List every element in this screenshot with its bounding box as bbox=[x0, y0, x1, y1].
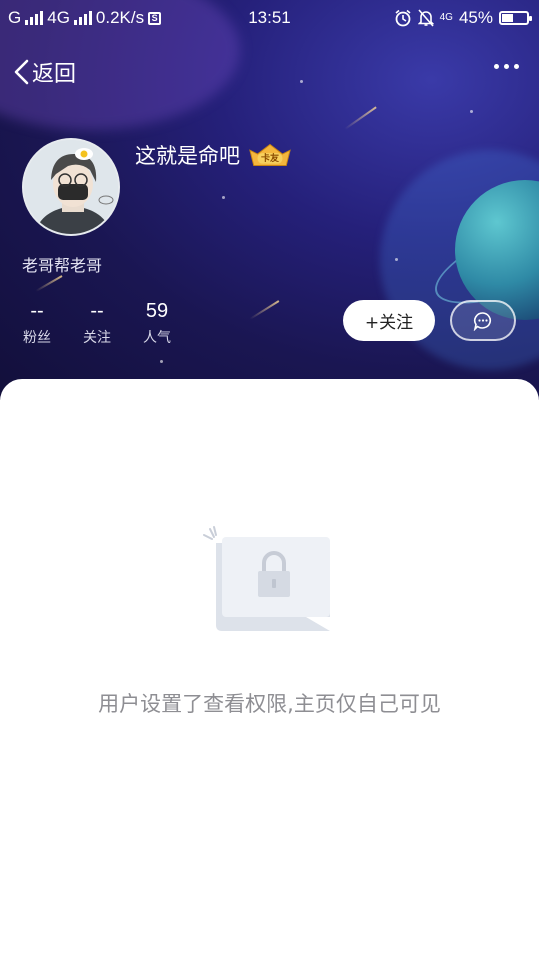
profile-name: 这就是命吧 bbox=[135, 144, 240, 168]
back-button[interactable]: 返回 bbox=[12, 56, 76, 88]
meteor-streak bbox=[249, 300, 280, 320]
star bbox=[395, 258, 398, 261]
content-card bbox=[0, 379, 539, 979]
star bbox=[470, 110, 473, 113]
more-options-button[interactable] bbox=[494, 64, 519, 69]
lock-card-icon bbox=[203, 526, 330, 631]
back-label: 返回 bbox=[32, 62, 77, 87]
more-dots-icon bbox=[504, 64, 509, 69]
follow-button[interactable]: +关注 bbox=[343, 300, 435, 341]
stat-popularity: 59 人气 bbox=[127, 300, 187, 347]
profile-subtitle: 老哥帮老哥 bbox=[22, 256, 103, 275]
mute-bell-icon bbox=[417, 9, 434, 27]
star bbox=[222, 196, 225, 199]
more-dots-icon bbox=[494, 64, 499, 69]
battery-percent: 45% bbox=[458, 8, 493, 27]
stat-label: 人气 bbox=[143, 330, 171, 346]
star bbox=[160, 360, 163, 363]
stat-value: -- bbox=[90, 300, 104, 322]
avatar[interactable] bbox=[22, 138, 120, 236]
status-bar: G 4G 0.2K/s S 13:51 4G 45% bbox=[0, 0, 539, 36]
stat-following[interactable]: -- 关注 bbox=[67, 300, 127, 347]
profile-name-row: 这就是命吧 卡友 bbox=[135, 140, 292, 170]
level-badge[interactable]: 卡友 bbox=[248, 143, 292, 167]
empty-state-message: 用户设置了查看权限,主页仅自己可见 bbox=[98, 692, 441, 716]
meteor-streak bbox=[344, 106, 377, 130]
message-button[interactable] bbox=[450, 300, 516, 341]
top-navigation: 返回 bbox=[0, 52, 539, 96]
badge-label: 卡友 bbox=[260, 153, 279, 164]
chat-bubble-icon bbox=[473, 311, 492, 331]
network-type-small: 4G bbox=[439, 12, 453, 23]
battery-icon bbox=[499, 11, 532, 25]
more-dots-icon bbox=[514, 64, 519, 69]
stat-label: 关注 bbox=[83, 330, 111, 346]
status-right: 4G 45% bbox=[394, 8, 532, 28]
battery-level bbox=[502, 14, 513, 22]
meteor-streak bbox=[35, 275, 63, 292]
stat-value: 59 bbox=[145, 300, 169, 322]
avatar-illustration bbox=[24, 140, 118, 234]
stat-label: 粉丝 bbox=[23, 330, 51, 346]
stat-fans[interactable]: -- 粉丝 bbox=[7, 300, 67, 347]
chevron-left-icon bbox=[14, 59, 29, 85]
alarm-icon bbox=[395, 9, 411, 27]
stat-value: -- bbox=[30, 300, 44, 322]
